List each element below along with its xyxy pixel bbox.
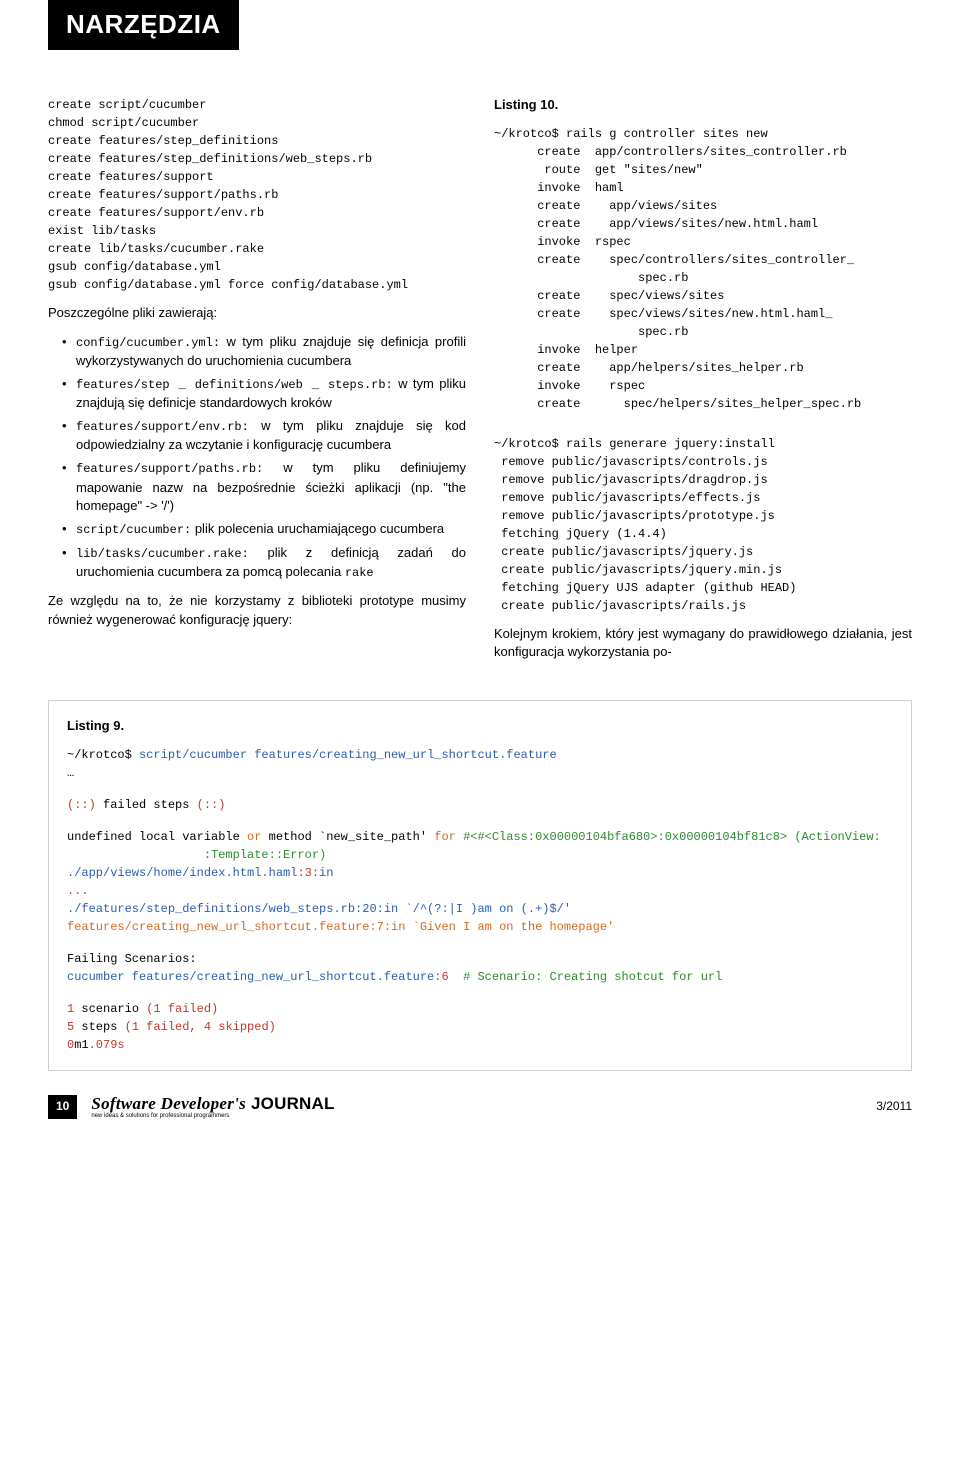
list-item: config/cucumber.yml: w tym pliku znajduj… [62,333,466,371]
paragraph-intro: Poszczególne pliki zawierają: [48,304,466,323]
code-fragment: ~/krotco$ [67,748,139,762]
code-fragment: undefined local variable [67,830,247,844]
code-fragment: m1 [74,1038,88,1052]
code-fragment: (::) [67,798,96,812]
right-column: Listing 10. ~/krotco$ rails g controller… [494,96,912,673]
listing-9-error: undefined local variable or method `new_… [67,828,893,936]
page-footer: 10 Software Developer's JOURNAL new idea… [48,1095,912,1119]
code-fragment: Failing Scenarios: [67,952,197,966]
code-fragment: ... [67,884,89,898]
code-fragment: .079s [89,1038,125,1052]
code-fragment: script/cucumber features/creating_new_ur… [139,748,557,762]
code-fragment: (1 failed, 4 skipped) [125,1020,276,1034]
code-fragment: for [434,830,456,844]
logo-subtitle: new ideas & solutions for professional p… [91,1113,334,1119]
listing-10-code: ~/krotco$ rails g controller sites new c… [494,125,912,413]
code-fragment: # Scenario: Creating shotcut for url [456,970,722,984]
list-item: script/cucumber: plik polecenia uruchami… [62,520,466,539]
listing-9-label: Listing 9. [67,717,893,736]
listing-10-label: Listing 10. [494,96,912,115]
code-span: features/step _ definitions/web _ steps.… [76,378,393,392]
listing-9-box: Listing 9. ~/krotco$ script/cucumber fea… [48,700,912,1071]
code-span: features/support/paths.rb: [76,462,263,476]
code-span: rake [345,566,374,580]
code-fragment: or [247,830,261,844]
code-fragment: features/creating_new_url_shortcut.featu… [67,920,614,934]
code-fragment: ./app/views/home/index.html.haml [67,866,297,880]
listing-9-cmd: ~/krotco$ script/cucumber features/creat… [67,746,893,782]
list-item: features/support/paths.rb: w tym pliku d… [62,459,466,516]
code-block-cucumber-install: create script/cucumber chmod script/cucu… [48,96,466,294]
bullet-list: config/cucumber.yml: w tym pliku znajduj… [48,333,466,583]
listing-9-summary: 1 scenario (1 failed) 5 steps (1 failed,… [67,1000,893,1054]
code-fragment: ./features/step_definitions/web_steps.rb… [67,902,571,916]
magazine-logo: Software Developer's JOURNAL new ideas &… [91,1095,334,1119]
listing-9-failing-scenarios: Failing Scenarios: cucumber features/cre… [67,950,893,986]
code-fragment: (::) [197,798,226,812]
logo-line2: JOURNAL [246,1094,335,1113]
paragraph-jquery-note: Ze względu na to, że nie korzystamy z bi… [48,592,466,630]
code-fragment: :Template::Error) [67,848,326,862]
left-column: create script/cucumber chmod script/cucu… [48,96,466,673]
issue-number: 3/2011 [876,1098,912,1115]
code-block-jquery-install: ~/krotco$ rails generare jquery:install … [494,435,912,615]
code-fragment: steps [74,1020,124,1034]
code-fragment: scenario [74,1002,146,1016]
code-fragment: cucumber features/creating_new_url_short… [67,970,434,984]
code-fragment: failed steps [96,798,197,812]
code-span: lib/tasks/cucumber.rake: [76,547,249,561]
code-fragment: method `new_site_path' [261,830,434,844]
code-fragment: :6 [434,970,448,984]
listing-9-failed-header: (::) failed steps (::) [67,796,893,814]
paragraph-next-step: Kolejnym krokiem, który jest wymagany do… [494,625,912,663]
code-fragment: in [319,866,333,880]
list-item: features/step _ definitions/web _ steps.… [62,375,466,413]
page-number: 10 [48,1095,77,1118]
list-item: lib/tasks/cucumber.rake: plik z definicj… [62,544,466,583]
code-fragment: (1 failed) [146,1002,218,1016]
code-span: features/support/env.rb: [76,420,249,434]
list-text: plik polecenia uruchamiającego cucumbera [191,521,444,536]
code-fragment: … [67,766,74,780]
code-fragment: :3: [297,866,319,880]
logo-line1: Software Developer's [91,1094,246,1113]
chapter-header: NARZĘDZIA [48,0,239,50]
list-item: features/support/env.rb: w tym pliku zna… [62,417,466,455]
code-span: config/cucumber.yml: [76,336,220,350]
code-span: script/cucumber: [76,523,191,537]
code-fragment: #<#<Class:0x00000104bfa680>:0x00000104bf… [456,830,881,844]
